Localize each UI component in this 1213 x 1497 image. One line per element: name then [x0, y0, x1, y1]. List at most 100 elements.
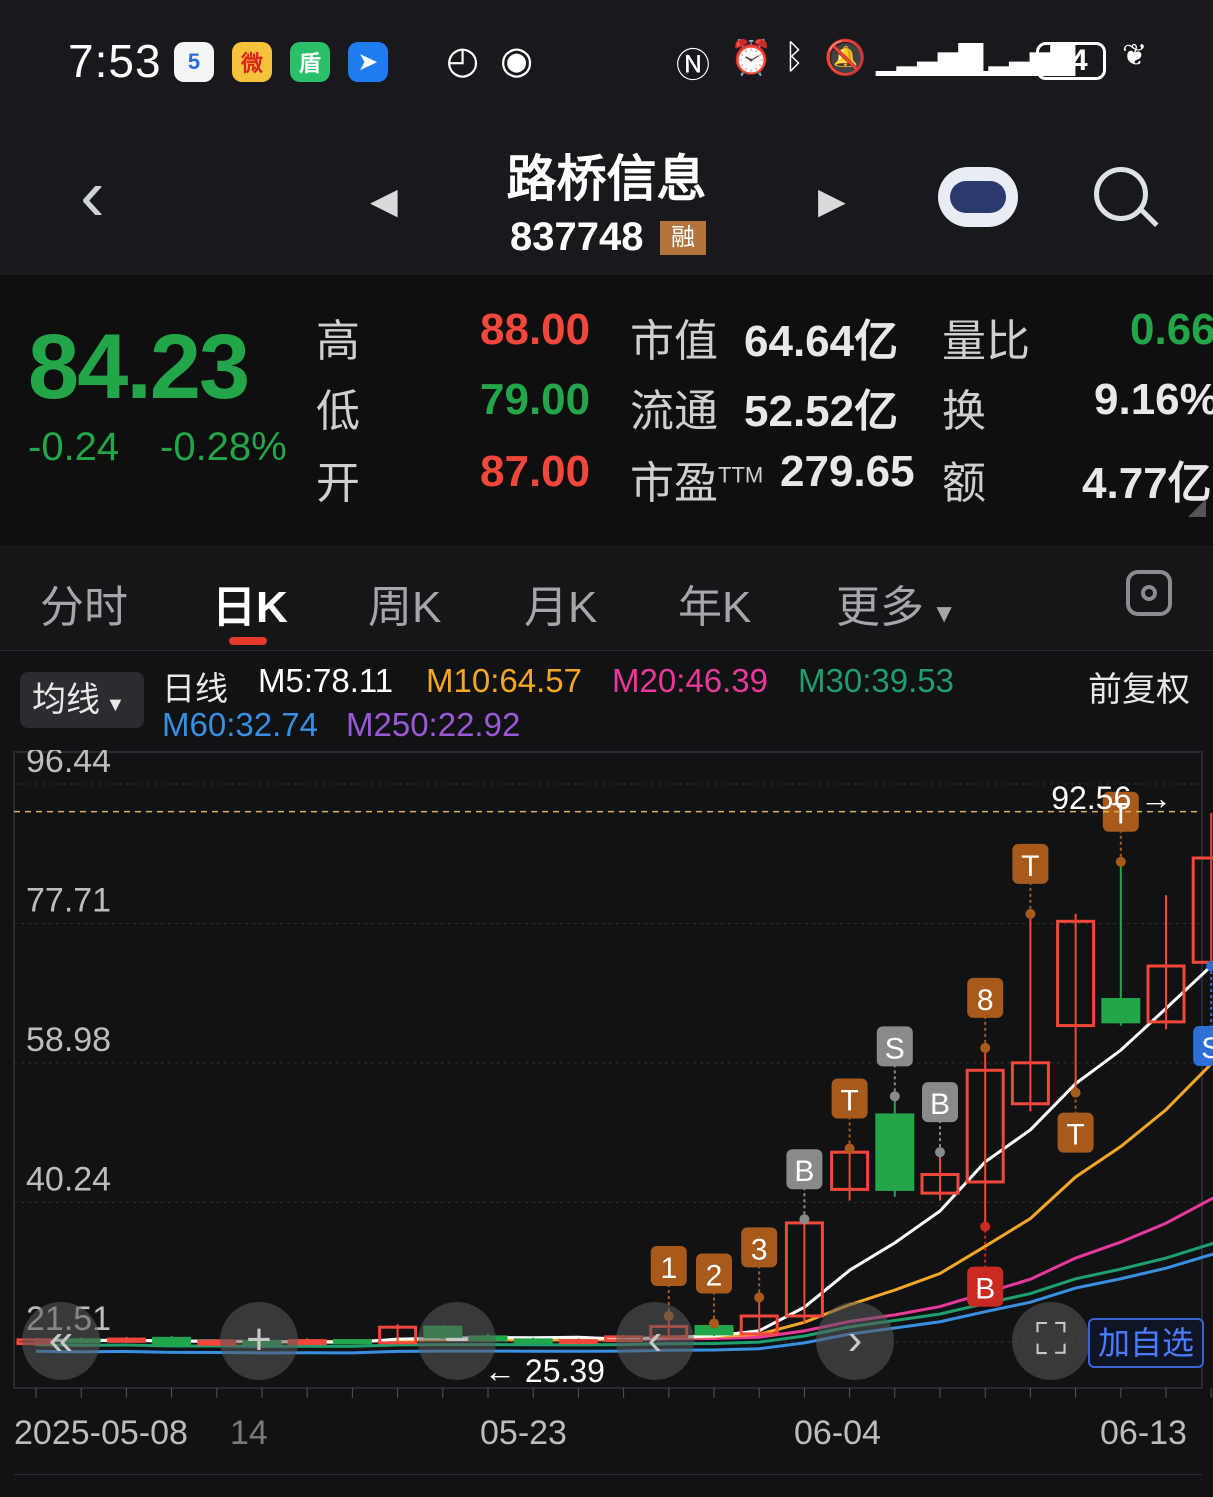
y-tick-label: 40.24	[26, 1161, 111, 1199]
mute-icon: 🔕	[824, 39, 867, 77]
data-saver-icon: ◴	[446, 40, 480, 82]
weibo-icon: 微	[232, 42, 272, 82]
tab-daily-k[interactable]: 日K	[212, 571, 288, 635]
tab-monthly-k[interactable]: 月K	[524, 571, 597, 635]
zoom-out-icon[interactable]: −	[418, 1302, 496, 1380]
ma5-line	[35, 962, 1213, 1345]
chevron-down-icon: ▼	[100, 694, 126, 716]
candle-body	[332, 1339, 372, 1345]
ma5-value: M5:78.11	[258, 662, 394, 699]
signal-dot	[754, 1292, 765, 1303]
alarm-icon: ⏰	[730, 39, 773, 77]
ma20-value: M20:46.39	[612, 662, 768, 699]
current-price: 84.23	[28, 316, 250, 418]
add-favorite-button[interactable]: 加自选	[1088, 1318, 1204, 1368]
signal-dot	[980, 1221, 991, 1232]
nfc-icon: Ⓝ	[676, 47, 710, 85]
bluetooth-icon: ᛒ	[784, 38, 805, 76]
signal-label: 3	[751, 1233, 768, 1266]
settings-gear-icon-center	[1141, 585, 1157, 601]
adjust-mode[interactable]: 前复权	[1088, 662, 1190, 711]
ma250-value: M250:22.92	[346, 706, 521, 743]
signal-label: T	[1021, 850, 1039, 883]
candle-body	[152, 1336, 192, 1346]
price-change: -0.24	[28, 425, 120, 469]
signal-label: 8	[977, 984, 994, 1017]
signal-dot	[889, 1091, 900, 1102]
next-stock-icon[interactable]: ▶	[818, 180, 846, 222]
scroll-right-icon[interactable]: ›	[816, 1302, 894, 1380]
signal-dot	[1115, 856, 1126, 867]
market-cap-value: 64.64亿	[744, 317, 899, 366]
ma30-value: M30:39.53	[798, 662, 954, 699]
scroll-left-icon[interactable]: ‹	[616, 1302, 694, 1380]
feishu-icon: ➤	[348, 42, 388, 82]
y-tick-label: 96.44	[26, 750, 111, 780]
expand-corner-icon[interactable]	[1188, 499, 1206, 517]
signal-label: 1	[660, 1252, 677, 1285]
x-label-start: 2025-05-08	[14, 1414, 188, 1452]
ma60-value: M60:32.74	[162, 706, 318, 743]
low-label: 低	[316, 387, 360, 436]
tab-yearly-k[interactable]: 年K	[678, 571, 751, 635]
signal-dot	[980, 1042, 991, 1053]
candle-body	[558, 1339, 598, 1345]
candle-body	[106, 1337, 146, 1343]
signal-icon: ▁▂▃▅▇	[876, 39, 983, 75]
signal-label: 2	[706, 1259, 723, 1292]
stock-header: ‹ ◀ 路桥信息 837748 融 ▶	[0, 125, 1213, 275]
zoom-in-icon[interactable]: +	[220, 1302, 298, 1380]
low-value: 79.00	[480, 375, 591, 424]
tab-more[interactable]: 更多 ▼	[836, 571, 957, 635]
fullscreen-icon[interactable]: ⛶	[1012, 1302, 1090, 1380]
app-5-icon: 5	[174, 42, 214, 82]
turnover-label: 换	[942, 387, 986, 436]
max-price-label: 92.56 →	[1051, 780, 1172, 816]
signal-label: B	[930, 1088, 950, 1121]
ma10-line	[35, 1060, 1213, 1344]
candle-body	[513, 1338, 553, 1344]
x-label-0613: 06-13	[1100, 1414, 1187, 1452]
turnover-value: 9.16%	[1094, 375, 1213, 424]
status-time: 7:53	[68, 35, 162, 87]
battery-icon: 64	[1036, 42, 1106, 80]
x-label-0523: 05-23	[480, 1414, 567, 1452]
shield-app-icon: 盾	[290, 42, 330, 82]
volume-ratio-label: 量比	[942, 317, 1030, 366]
tab-weekly-k[interactable]: 周K	[368, 571, 441, 635]
ma-line-label: 日线	[162, 670, 228, 707]
zoom-out-far-icon[interactable]: «	[22, 1302, 100, 1380]
margin-badge: 融	[660, 221, 706, 255]
signal-dot	[844, 1143, 855, 1154]
signal-label: S	[1201, 1032, 1213, 1065]
signal-dot	[1025, 908, 1036, 919]
signal-dot	[709, 1318, 719, 1329]
chevron-down-icon: ▼	[924, 598, 957, 628]
open-value: 87.00	[480, 447, 591, 496]
tab-intraday[interactable]: 分时	[40, 571, 128, 635]
trade-signals: 1 23BTSB8BTTTS	[650, 791, 1213, 1329]
signal-label: B	[975, 1273, 995, 1306]
pe-value: 279.65	[780, 447, 915, 496]
volume-panel-top	[14, 1474, 1202, 1497]
candle-body	[875, 1113, 915, 1191]
high-value: 88.00	[480, 305, 591, 354]
quote-panel: 84.23 -0.24 -0.28% 高 低 开 88.00 79.00 87.…	[0, 275, 1213, 545]
signal-dot	[1070, 1087, 1081, 1098]
charging-icon: ❦	[1122, 39, 1148, 72]
min-price-label: ← 25.39	[484, 1353, 605, 1389]
x-label-day: 14	[230, 1414, 268, 1452]
ai-assistant-icon[interactable]	[938, 167, 1018, 227]
volume-ratio-value: 0.66	[1130, 305, 1213, 354]
high-label: 高	[316, 317, 360, 366]
candle-body	[1191, 856, 1213, 964]
signal-label: B	[794, 1155, 814, 1188]
open-label: 开	[316, 459, 360, 508]
market-cap-label: 市值	[630, 317, 718, 366]
signal-label: T	[1066, 1119, 1084, 1152]
candles	[16, 812, 1213, 1346]
ma-selector[interactable]: 均线 ▼	[20, 672, 144, 728]
x-label-0604: 06-04	[794, 1414, 881, 1452]
ma10-value: M10:64.57	[426, 662, 582, 699]
amount-label: 额	[942, 459, 986, 508]
